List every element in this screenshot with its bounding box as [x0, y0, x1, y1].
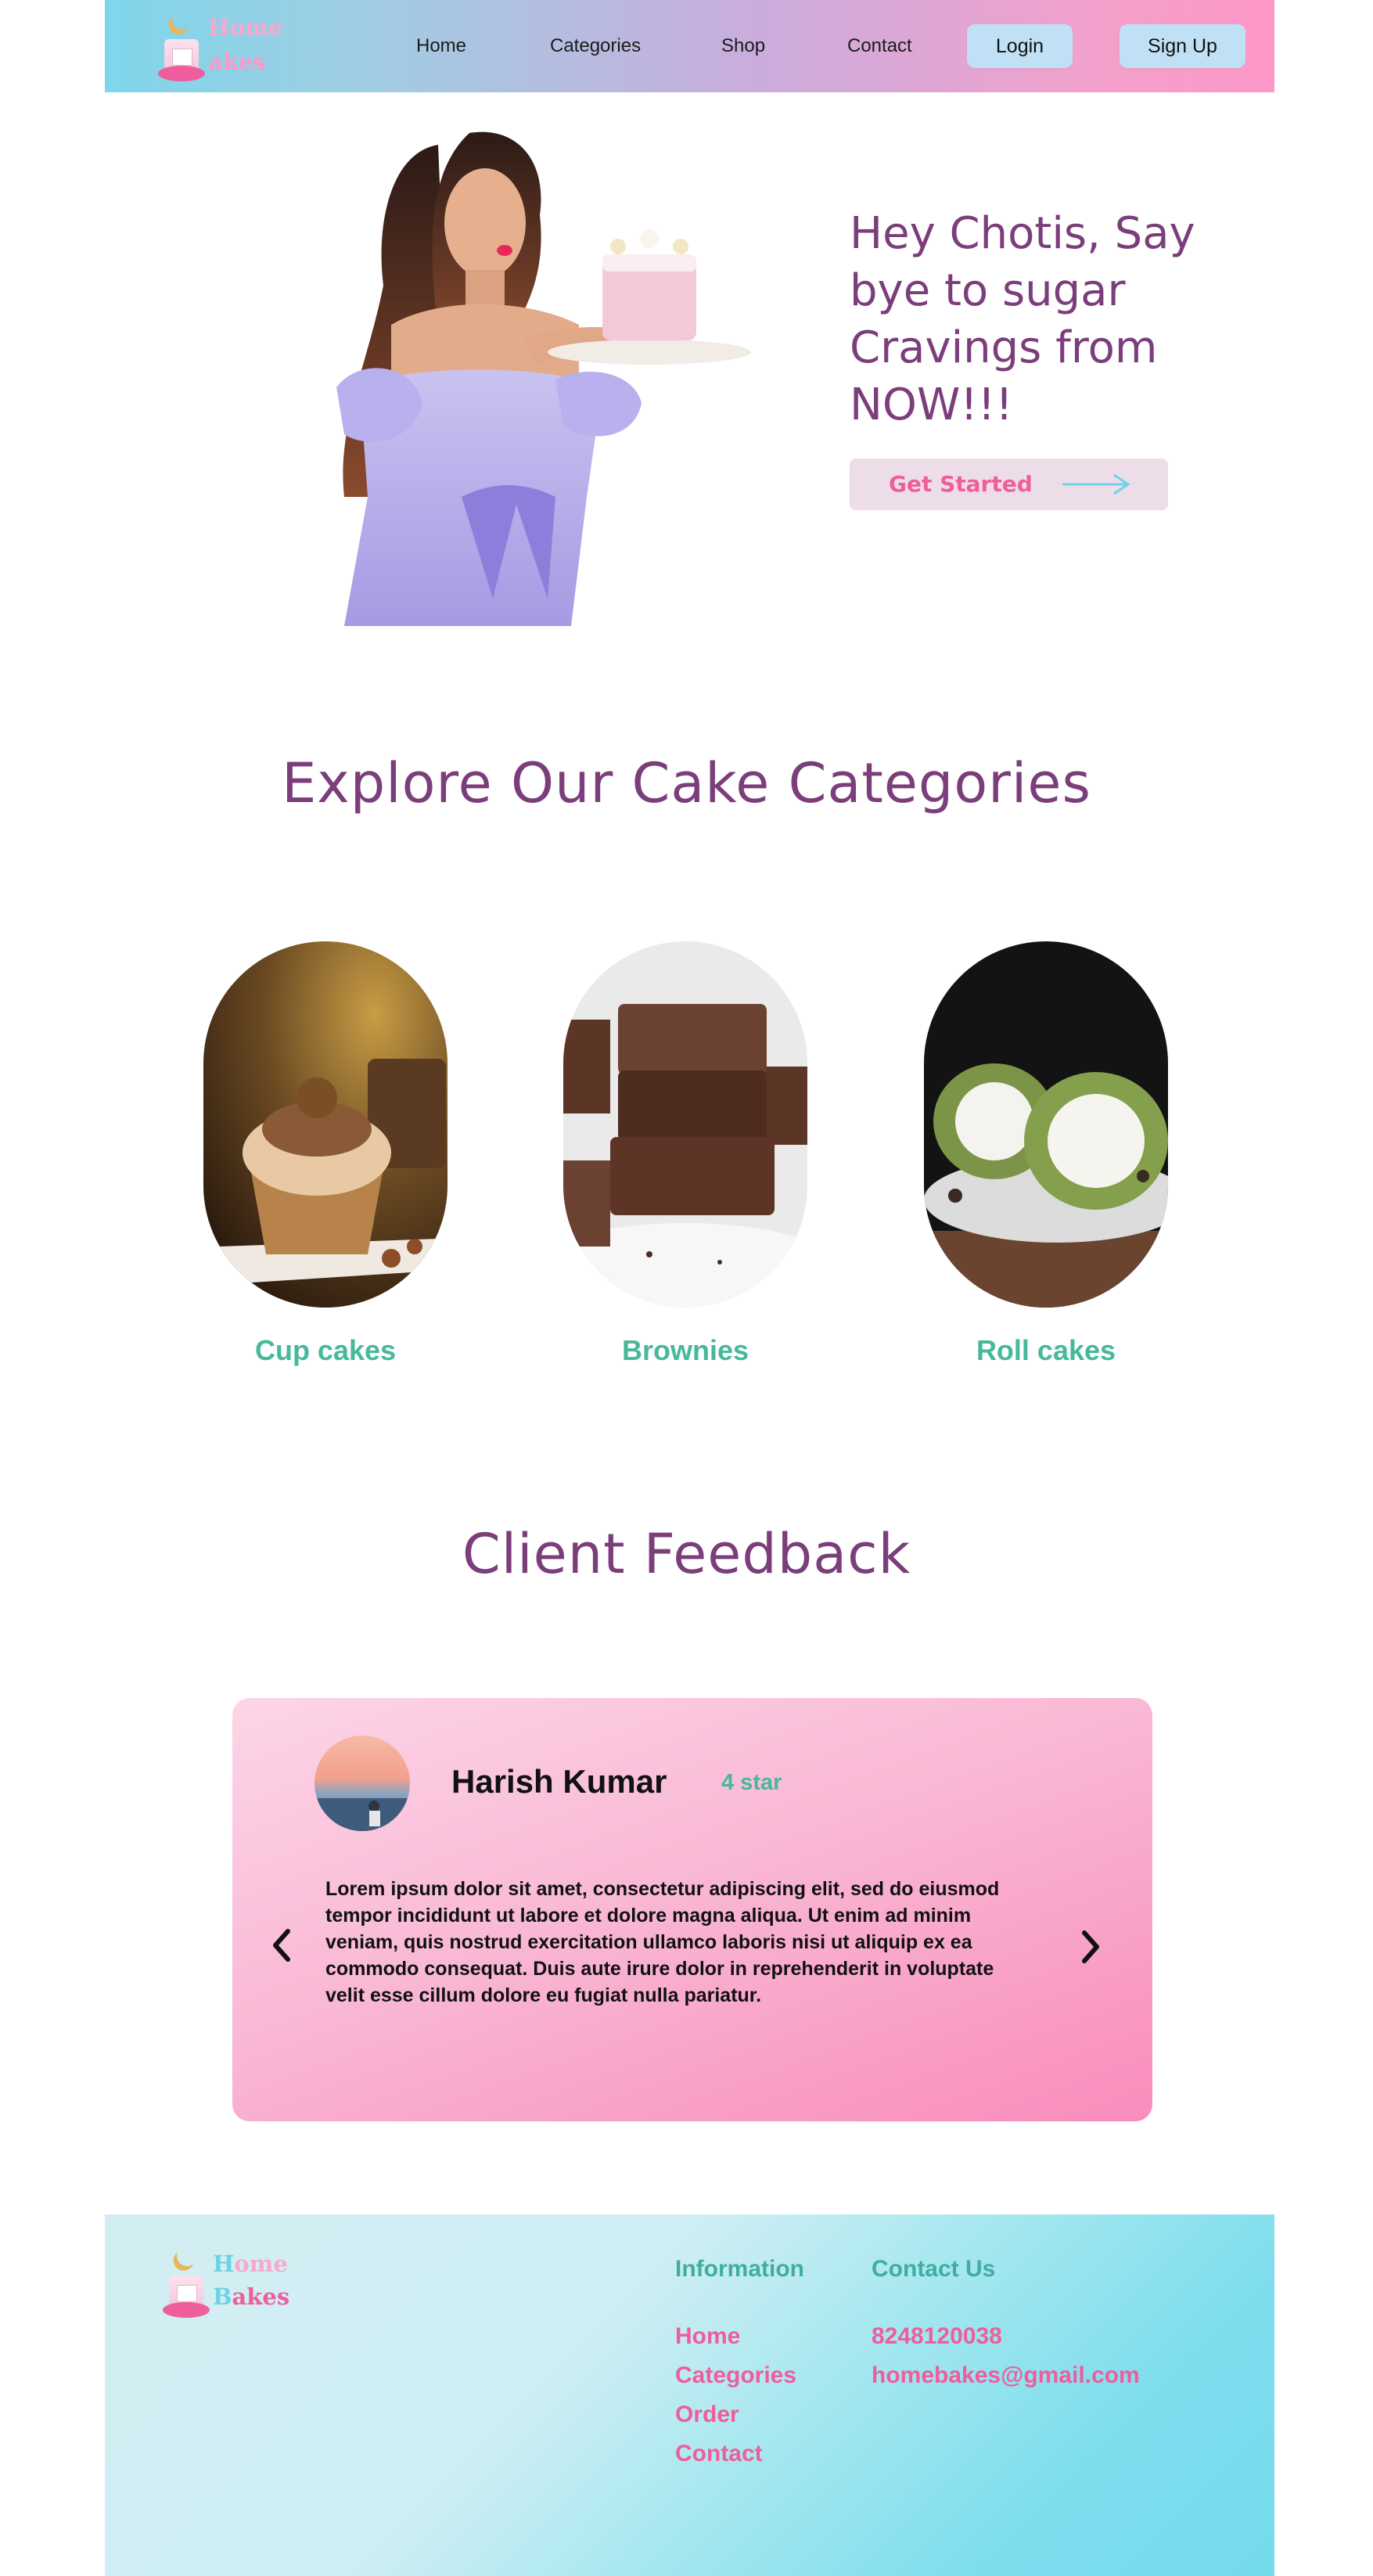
arrow-right-icon [1062, 473, 1130, 495]
category-label-brownies[interactable]: Brownies [563, 1334, 807, 1367]
category-image-roll-cakes[interactable] [924, 941, 1168, 1308]
rating-badge: 4 star [721, 1770, 782, 1795]
reviewer-name: Harish Kumar [451, 1763, 667, 1800]
brownies-photo [563, 941, 807, 1308]
nav-link-contact[interactable]: Contact [847, 34, 912, 58]
signup-button[interactable]: Sign Up [1120, 24, 1245, 68]
moon-icon [169, 6, 195, 32]
logo-letter: H [208, 14, 230, 41]
nav-link-categories[interactable]: Categories [550, 34, 641, 58]
feedback-title: Client Feedback [462, 1522, 911, 1586]
logo-word-2: akes [232, 2283, 290, 2310]
category-label-cupcakes[interactable]: Cup cakes [203, 1334, 447, 1367]
nav-link-home[interactable]: Home [416, 34, 466, 58]
chevron-right-icon[interactable] [1073, 1923, 1108, 1970]
hero-title: Hey Chotis, Say bye to sugar Cravings fr… [850, 208, 1195, 430]
moon-icon [174, 2243, 199, 2268]
footer-email[interactable]: homebakes@gmail.com [872, 2356, 1140, 2395]
logo-word: ome [234, 2250, 288, 2277]
get-started-button[interactable]: Get Started [850, 459, 1168, 510]
roll-cake-photo [924, 941, 1168, 1308]
footer-link-order[interactable]: Order [675, 2395, 739, 2434]
login-button[interactable]: Login [967, 24, 1073, 68]
logo-word: ome [229, 14, 283, 41]
categories-title: Explore Our Cake Categories [282, 751, 1091, 815]
hero-woman-with-cake-image [336, 131, 751, 626]
logo-letter: H [213, 2250, 235, 2277]
footer-link-contact[interactable]: Contact [675, 2434, 763, 2473]
cupcake-photo [203, 941, 447, 1308]
footer-phone[interactable]: 8248120038 [872, 2317, 1002, 2356]
review-text: Lorem ipsum dolor sit amet, consectetur … [325, 1878, 1000, 2006]
brand-logo[interactable]: Home akes [149, 5, 283, 91]
category-image-brownies[interactable] [563, 941, 807, 1308]
category-label-roll-cakes[interactable]: Roll cakes [924, 1334, 1168, 1367]
footer-logo[interactable]: Home Bakes [153, 2241, 289, 2327]
footer-link-categories[interactable]: Categories [675, 2356, 796, 2395]
footer-information-heading: Information [675, 2256, 804, 2282]
nav-link-shop[interactable]: Shop [721, 34, 765, 58]
avatar-photo [314, 1736, 410, 1831]
avatar [314, 1736, 410, 1831]
chevron-left-icon[interactable] [264, 1922, 299, 1969]
footer-contact-heading: Contact Us [872, 2256, 996, 2282]
footer-link-home[interactable]: Home [675, 2317, 740, 2356]
get-started-label: Get Started [889, 471, 1033, 497]
category-image-cupcakes[interactable] [203, 941, 447, 1308]
logo-letter-2: B [213, 2283, 232, 2310]
logo-word-2: akes [208, 49, 266, 75]
